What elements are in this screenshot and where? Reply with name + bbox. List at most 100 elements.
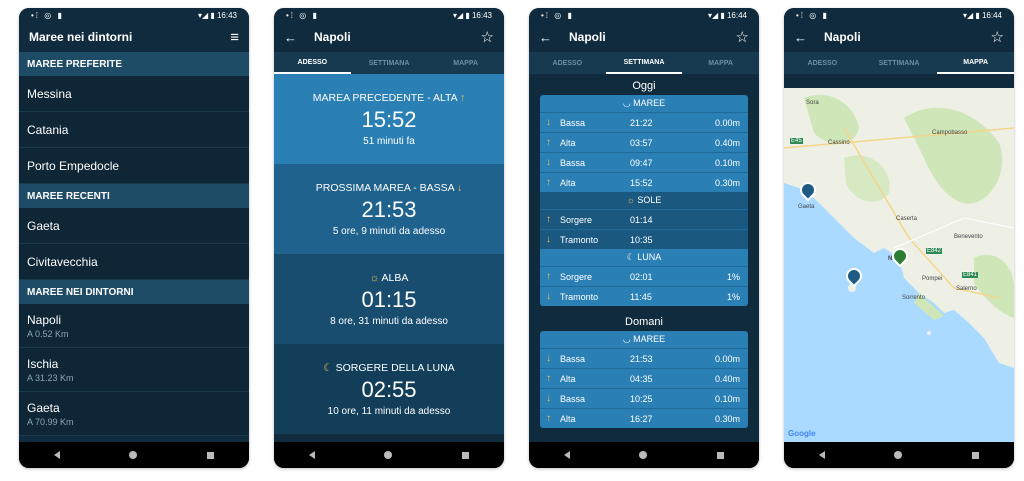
moon-header: ☾ LUNA xyxy=(626,252,662,262)
home-nav-icon[interactable] xyxy=(129,451,138,459)
list-item[interactable]: Civitavecchia xyxy=(19,244,249,280)
item-distance: A 0.52 Km xyxy=(27,328,69,339)
recents-nav-icon[interactable] xyxy=(717,451,725,459)
list-item[interactable]: Napoli A 0.52 Km xyxy=(19,304,249,348)
tides-header: ◡ MAREE xyxy=(622,98,666,108)
star-icon[interactable]: ☆ xyxy=(481,28,494,46)
row-name: Bassa xyxy=(560,157,586,168)
tides-label: MAREE xyxy=(633,334,666,344)
row-time: 09:47 xyxy=(630,157,653,168)
row-name: Alta xyxy=(560,373,576,384)
item-distance: A 31.23 Km xyxy=(27,372,74,383)
recents-nav-icon[interactable] xyxy=(207,451,215,459)
tab-map[interactable]: MAPPA xyxy=(682,52,759,74)
back-nav-icon[interactable] xyxy=(818,451,825,459)
status-bar: •⁞ ◎ ▮ ▾◢ ▮ 16:43 xyxy=(274,8,504,22)
list-item[interactable]: Messina xyxy=(19,76,249,112)
recents-nav-icon[interactable] xyxy=(462,451,470,459)
map-label: Campobasso xyxy=(932,130,968,136)
tide-block-icon: ☼ xyxy=(369,271,380,284)
tide-block-sub: 5 ore, 9 minuti da adesso xyxy=(332,225,446,237)
list-item[interactable]: Catania xyxy=(19,112,249,148)
row-name: Alta xyxy=(560,177,576,188)
sun-label: SOLE xyxy=(637,195,662,205)
row-value: 0.10m xyxy=(714,393,740,404)
tab-week[interactable]: SETTIMANA xyxy=(605,52,683,74)
item-distance: A 70.99 Km xyxy=(27,416,74,427)
tide-block-arrow: ↓ xyxy=(456,181,463,194)
road-label: E842 xyxy=(926,248,943,254)
section-nearby: MAREE NEI DINTORNI xyxy=(19,280,249,304)
week-scroll[interactable]: Oggi ◡ MAREE ↓ Bassa 21:22 0.00m ↑ Alta 03:57 0… xyxy=(529,74,759,428)
table-row: ↑ Alta 03:57 0.40m xyxy=(540,132,748,152)
list-item[interactable]: Porto Empedocle xyxy=(19,148,249,184)
back-arrow-icon[interactable]: ← xyxy=(794,30,812,45)
back-arrow-icon[interactable]: ← xyxy=(539,30,557,45)
table-row: ↓ Tramonto 10:35 xyxy=(540,229,748,249)
tide-block: MAREA PRECEDENTE - ALTA ↑ 15:52 51 minuti … xyxy=(274,74,504,164)
row-name: Sorgere xyxy=(560,271,593,282)
back-nav-icon[interactable] xyxy=(53,451,60,459)
star-icon[interactable]: ☆ xyxy=(991,28,1004,46)
tab-now[interactable]: ADESSO xyxy=(274,52,351,74)
road-label: E841 xyxy=(962,272,979,278)
recents-nav-icon[interactable] xyxy=(972,451,980,459)
status-bar: •⁞ ◎ ▮ ▾◢ ▮ 16:44 xyxy=(529,8,759,22)
tab-week[interactable]: SETTIMANA xyxy=(861,52,938,74)
status-icons-left: •⁞ ◎ ▮ xyxy=(286,10,319,20)
section-recent: MAREE RECENTI xyxy=(19,184,249,208)
table-row: ↓ Bassa 10:25 0.10m xyxy=(540,388,748,408)
tide-block-sub: 10 ore, 11 minuti da adesso xyxy=(327,405,451,417)
list-item[interactable]: Gaeta A 70.99 Km xyxy=(19,392,249,436)
status-icons-right: ▾◢ ▮ xyxy=(197,10,215,20)
row-time: 02:01 xyxy=(630,271,653,282)
star-icon[interactable]: ☆ xyxy=(736,28,749,46)
tide-block-label: ☾ SORGERE DELLA LUNA xyxy=(323,362,454,374)
map-label: Caserta xyxy=(896,216,918,222)
table-row: ↑ Sorgere 01:14 xyxy=(540,209,748,229)
row-time: 10:25 xyxy=(630,393,653,404)
page-title: Napoli xyxy=(824,30,861,44)
row-name: Tramonto xyxy=(560,234,599,245)
map-view[interactable]: Sora Cassino Campobasso Gaeta Caserta Be… xyxy=(784,88,1014,442)
row-arrow: ↓ xyxy=(546,291,551,302)
map-label: Sora xyxy=(806,100,819,106)
tomorrow-card: ◡ MAREE ↓ Bassa 21:53 0.00m ↑ Alta 04:35 0.40m ↓… xyxy=(540,331,748,428)
list-item[interactable]: Ischia A 31.23 Km xyxy=(19,348,249,392)
row-time: 11:45 xyxy=(630,291,652,302)
tab-now[interactable]: ADESSO xyxy=(529,52,606,74)
row-value: 0.00m xyxy=(714,117,740,128)
menu-icon[interactable]: ≡ xyxy=(230,29,239,46)
tide-block-text: SORGERE DELLA LUNA xyxy=(335,361,455,374)
list-item[interactable]: Gaeta xyxy=(19,208,249,244)
system-nav-bar xyxy=(784,442,1014,468)
row-arrow: ↑ xyxy=(546,214,551,225)
phone-now: •⁞ ◎ ▮ ▾◢ ▮ 16:43 ← Napoli ☆ ADESSO SETT… xyxy=(274,8,504,468)
status-icons-left: •⁞ ◎ ▮ xyxy=(541,10,574,20)
home-nav-icon[interactable] xyxy=(639,451,648,459)
status-time: 16:43 xyxy=(216,10,237,20)
tide-block-label: MAREA PRECEDENTE - ALTA ↑ xyxy=(313,92,466,104)
home-nav-icon[interactable] xyxy=(894,451,903,459)
row-time: 01:14 xyxy=(630,214,653,225)
status-icons-right: ▾◢ ▮ xyxy=(962,10,980,20)
back-arrow-icon[interactable]: ← xyxy=(284,30,302,45)
table-row: ↓ Bassa 09:47 0.10m xyxy=(540,152,748,172)
row-value: 0.10m xyxy=(714,157,740,168)
home-nav-icon[interactable] xyxy=(384,451,393,459)
row-arrow: ↑ xyxy=(546,373,551,384)
tab-map[interactable]: MAPPA xyxy=(937,52,1014,74)
page-title: Maree nei dintorni xyxy=(29,30,133,44)
tab-map[interactable]: MAPPA xyxy=(427,52,504,74)
tab-now[interactable]: ADESSO xyxy=(784,52,861,74)
row-time: 03:57 xyxy=(630,137,653,148)
back-nav-icon[interactable] xyxy=(563,451,570,459)
tab-week[interactable]: SETTIMANA xyxy=(351,52,428,74)
map-label: Sorrento xyxy=(902,295,926,301)
row-time: 21:53 xyxy=(630,353,653,364)
row-arrow: ↓ xyxy=(546,117,551,128)
tide-block-time: 02:55 xyxy=(361,376,417,402)
back-nav-icon[interactable] xyxy=(308,451,315,459)
tide-block-text: MAREA PRECEDENTE - ALTA xyxy=(312,91,458,104)
tide-block: ☾ SORGERE DELLA LUNA 02:55 10 ore, 11 minu… xyxy=(274,344,504,434)
